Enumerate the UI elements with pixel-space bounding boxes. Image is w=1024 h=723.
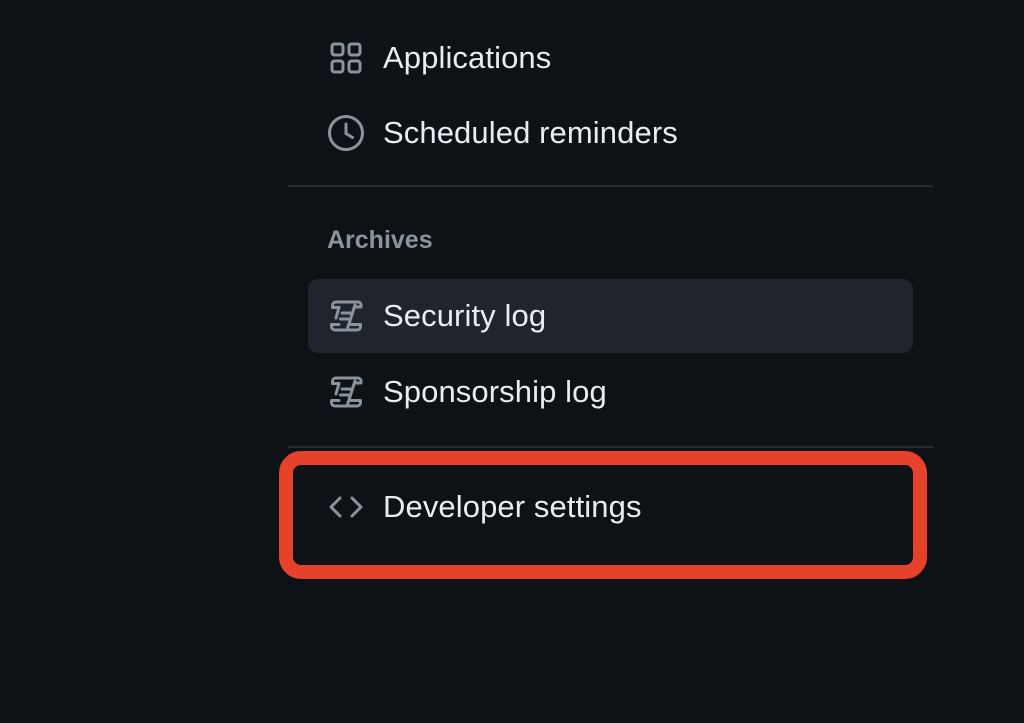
clock-icon — [327, 114, 365, 152]
sidebar-item-label: Applications — [383, 40, 552, 75]
highlight-annotation — [279, 451, 927, 579]
sidebar-item-scheduled-reminders[interactable]: Scheduled reminders — [308, 96, 913, 170]
sidebar-item-security-log[interactable]: Security log — [308, 279, 913, 353]
sidebar-item-label: Sponsorship log — [383, 374, 607, 409]
sidebar-item-applications[interactable]: Applications — [308, 21, 913, 95]
settings-sidebar: Applications Scheduled reminders Archive… — [0, 0, 1024, 723]
sidebar-divider — [288, 446, 933, 448]
log-icon — [327, 373, 365, 411]
apps-grid-icon — [327, 39, 365, 77]
sidebar-divider — [288, 185, 933, 187]
section-heading-archives: Archives — [327, 226, 433, 254]
sidebar-item-label: Scheduled reminders — [383, 115, 678, 150]
sidebar-item-sponsorship-log[interactable]: Sponsorship log — [308, 355, 913, 429]
log-icon — [327, 297, 365, 335]
sidebar-item-label: Security log — [383, 298, 547, 333]
